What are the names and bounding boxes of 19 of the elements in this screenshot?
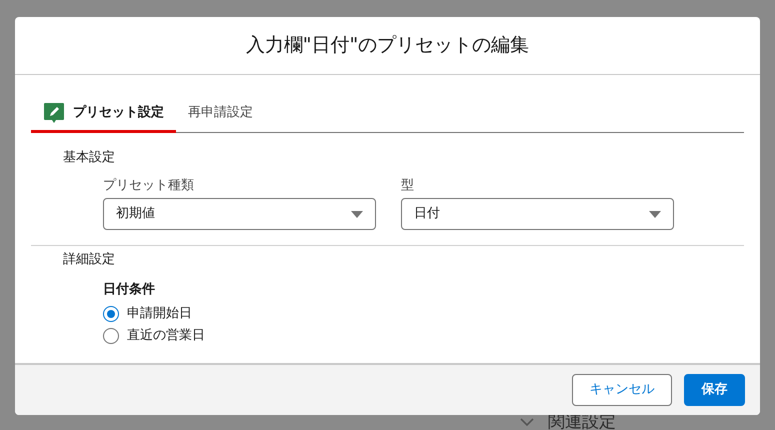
caret-down-icon <box>649 210 661 218</box>
radio-button[interactable] <box>103 306 119 322</box>
select-field[interactable]: 日付 <box>401 198 674 230</box>
group-label: 日付条件 <box>102 280 156 298</box>
select-field[interactable]: 初期値 <box>103 198 376 230</box>
radio-label[interactable]: 申請開始日 <box>127 304 192 324</box>
caret-down-icon <box>351 210 363 218</box>
tab[interactable]: 再申請設定 <box>176 95 265 133</box>
modal-title: 入力欄"日付"のプリセットの編集 <box>246 33 530 58</box>
tab[interactable]: プリセット設定 <box>31 95 176 133</box>
radio-label[interactable]: 直近の営業日 <box>127 326 205 346</box>
field-label: プリセット種類 <box>103 176 195 194</box>
section-heading: 基本設定 <box>62 149 116 167</box>
field-label: 型 <box>401 176 415 194</box>
section-heading: 詳細設定 <box>62 251 116 269</box>
dialog-button[interactable]: キャンセル <box>572 374 672 406</box>
radio-button[interactable] <box>103 328 119 344</box>
dialog-button[interactable]: 保存 <box>684 374 745 406</box>
pencil-icon <box>43 102 65 124</box>
